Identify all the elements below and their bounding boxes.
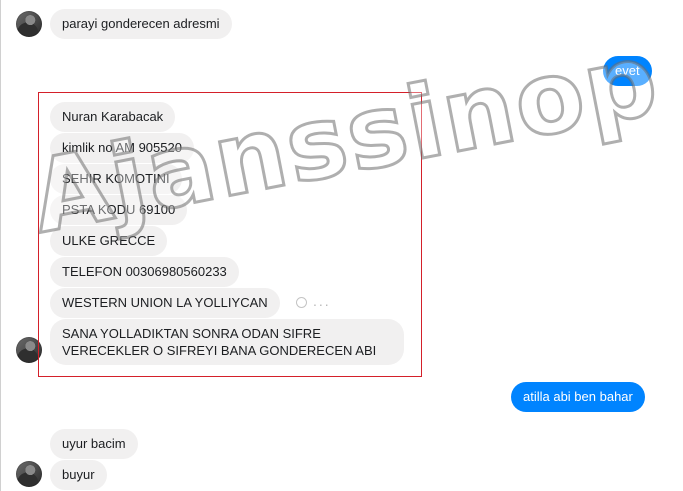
highlight-box	[38, 92, 422, 377]
chat-left-border	[0, 0, 1, 491]
contact-avatar[interactable]	[16, 11, 42, 37]
message-bubble-outgoing[interactable]: evet	[603, 56, 652, 86]
message-bubble-incoming[interactable]: parayi gonderecen adresmi	[50, 9, 232, 39]
message-bubble-incoming[interactable]: uyur bacim	[50, 429, 138, 459]
message-bubble-incoming[interactable]: buyur	[50, 460, 107, 490]
message-bubble-outgoing[interactable]: atilla abi ben bahar	[511, 382, 645, 412]
contact-avatar[interactable]	[16, 461, 42, 487]
